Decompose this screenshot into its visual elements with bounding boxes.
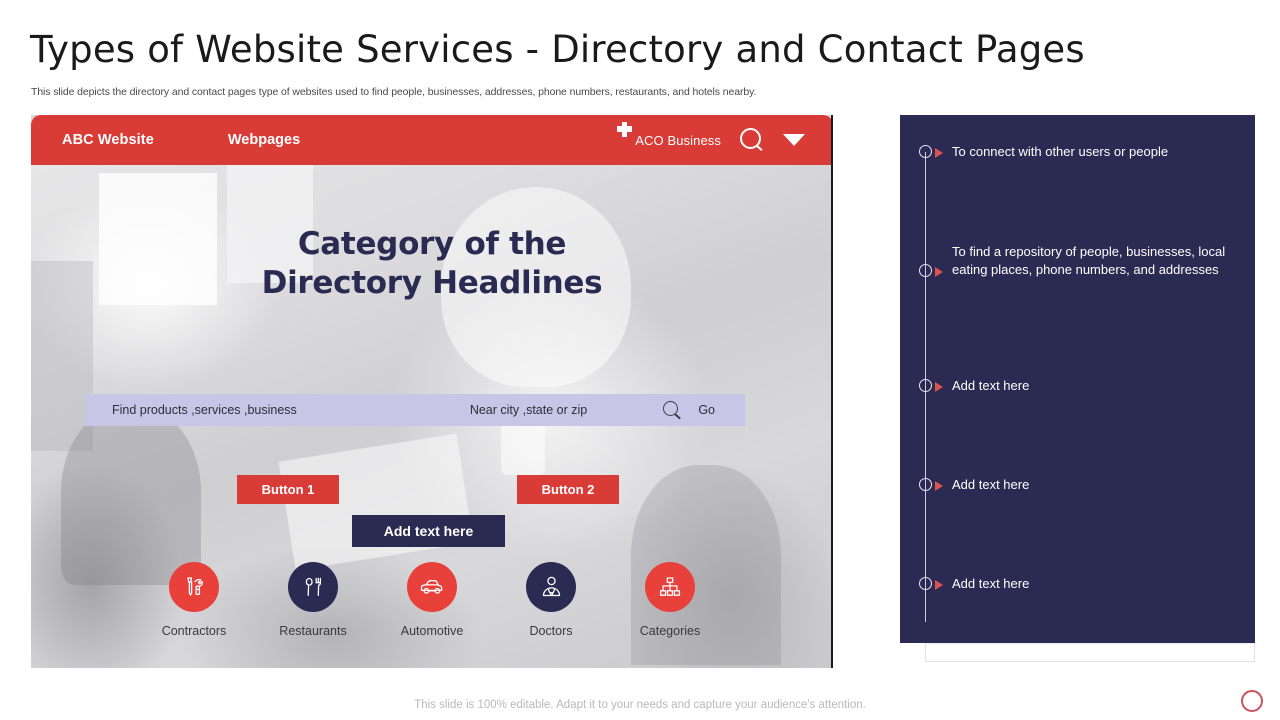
slide-root: Types of Website Services - Directory an… [0, 0, 1280, 720]
category-item-restaurants[interactable]: Restaurants [258, 562, 368, 638]
page-subtitle: This slide depicts the directory and con… [31, 86, 757, 98]
button-2[interactable]: Button 2 [517, 475, 619, 504]
bullet-dot-icon [919, 379, 932, 392]
aco-business-label: ACO Business [635, 132, 721, 148]
panel-base-frame [925, 643, 1257, 662]
bullet-dot-icon [919, 264, 932, 277]
category-label: Automotive [400, 624, 464, 638]
hero-heading-line-2: Directory Headlines [261, 265, 603, 302]
website-mockup: ABC Website Webpages ACO Business Catego… [31, 115, 833, 668]
car-icon [407, 562, 457, 612]
category-list: Contractors Restaurants Automotive Docto… [139, 562, 725, 638]
bullet-arrow-icon [935, 382, 943, 392]
chevron-down-icon[interactable] [783, 134, 805, 146]
bullet-arrow-icon [935, 148, 943, 158]
bullet-dot-icon [919, 478, 932, 491]
category-item-categories[interactable]: Categories [615, 562, 725, 638]
hero-search-bar: Find products ,services ,business Near c… [85, 394, 745, 426]
corner-circle-decoration [1241, 690, 1263, 712]
bullet-text: Add text here [952, 576, 1030, 591]
category-label: Doctors [529, 624, 573, 638]
footer-note: This slide is 100% editable. Adapt it to… [414, 699, 866, 711]
bullet-arrow-icon [935, 481, 943, 491]
hero-photo-shape [61, 405, 201, 585]
category-label: Contractors [161, 624, 227, 638]
category-label: Restaurants [279, 624, 347, 638]
nav-brand[interactable]: ABC Website [62, 132, 154, 148]
bullet-text: To connect with other users or people [952, 144, 1169, 159]
bullet-dot-icon [919, 577, 932, 590]
nav-item-webpages[interactable]: Webpages [228, 132, 300, 148]
search-icon[interactable] [739, 127, 765, 153]
page-title: Types of Website Services - Directory an… [30, 28, 1085, 71]
doctor-icon [526, 562, 576, 612]
bullet-text: To find a repository of people, business… [952, 244, 1226, 277]
category-item-doctors[interactable]: Doctors [496, 562, 606, 638]
search-actions: Go [663, 400, 715, 420]
bullet-panel: To connect with other users or people To… [900, 115, 1255, 643]
category-item-contractors[interactable]: Contractors [139, 562, 249, 638]
hero-heading: Category of the Directory Headlines [31, 225, 831, 304]
plus-icon [617, 121, 633, 137]
add-text-here-button[interactable]: Add text here [352, 515, 505, 547]
hero-banner: Category of the Directory Headlines Find… [31, 165, 831, 668]
bullet-text: Add text here [952, 378, 1030, 393]
search-input-location[interactable]: Near city ,state or zip [470, 403, 587, 417]
mockup-navbar: ABC Website Webpages ACO Business [31, 115, 831, 165]
hierarchy-icon [645, 562, 695, 612]
search-icon[interactable] [663, 400, 682, 420]
button-1[interactable]: Button 1 [237, 475, 339, 504]
bullet-arrow-icon [935, 580, 943, 590]
nav-right-group: ACO Business [617, 121, 805, 153]
search-input-products[interactable]: Find products ,services ,business [112, 403, 297, 417]
bullet-dot-icon [919, 145, 932, 158]
bullet-arrow-icon [935, 267, 943, 277]
hero-heading-line-1: Category of the [297, 226, 567, 262]
category-label: Categories [639, 624, 701, 638]
tools-icon [169, 562, 219, 612]
cutlery-icon [288, 562, 338, 612]
aco-business-logo[interactable]: ACO Business [617, 121, 721, 148]
bullet-text: Add text here [952, 477, 1030, 492]
category-item-automotive[interactable]: Automotive [377, 562, 487, 638]
go-button[interactable]: Go [698, 403, 715, 417]
